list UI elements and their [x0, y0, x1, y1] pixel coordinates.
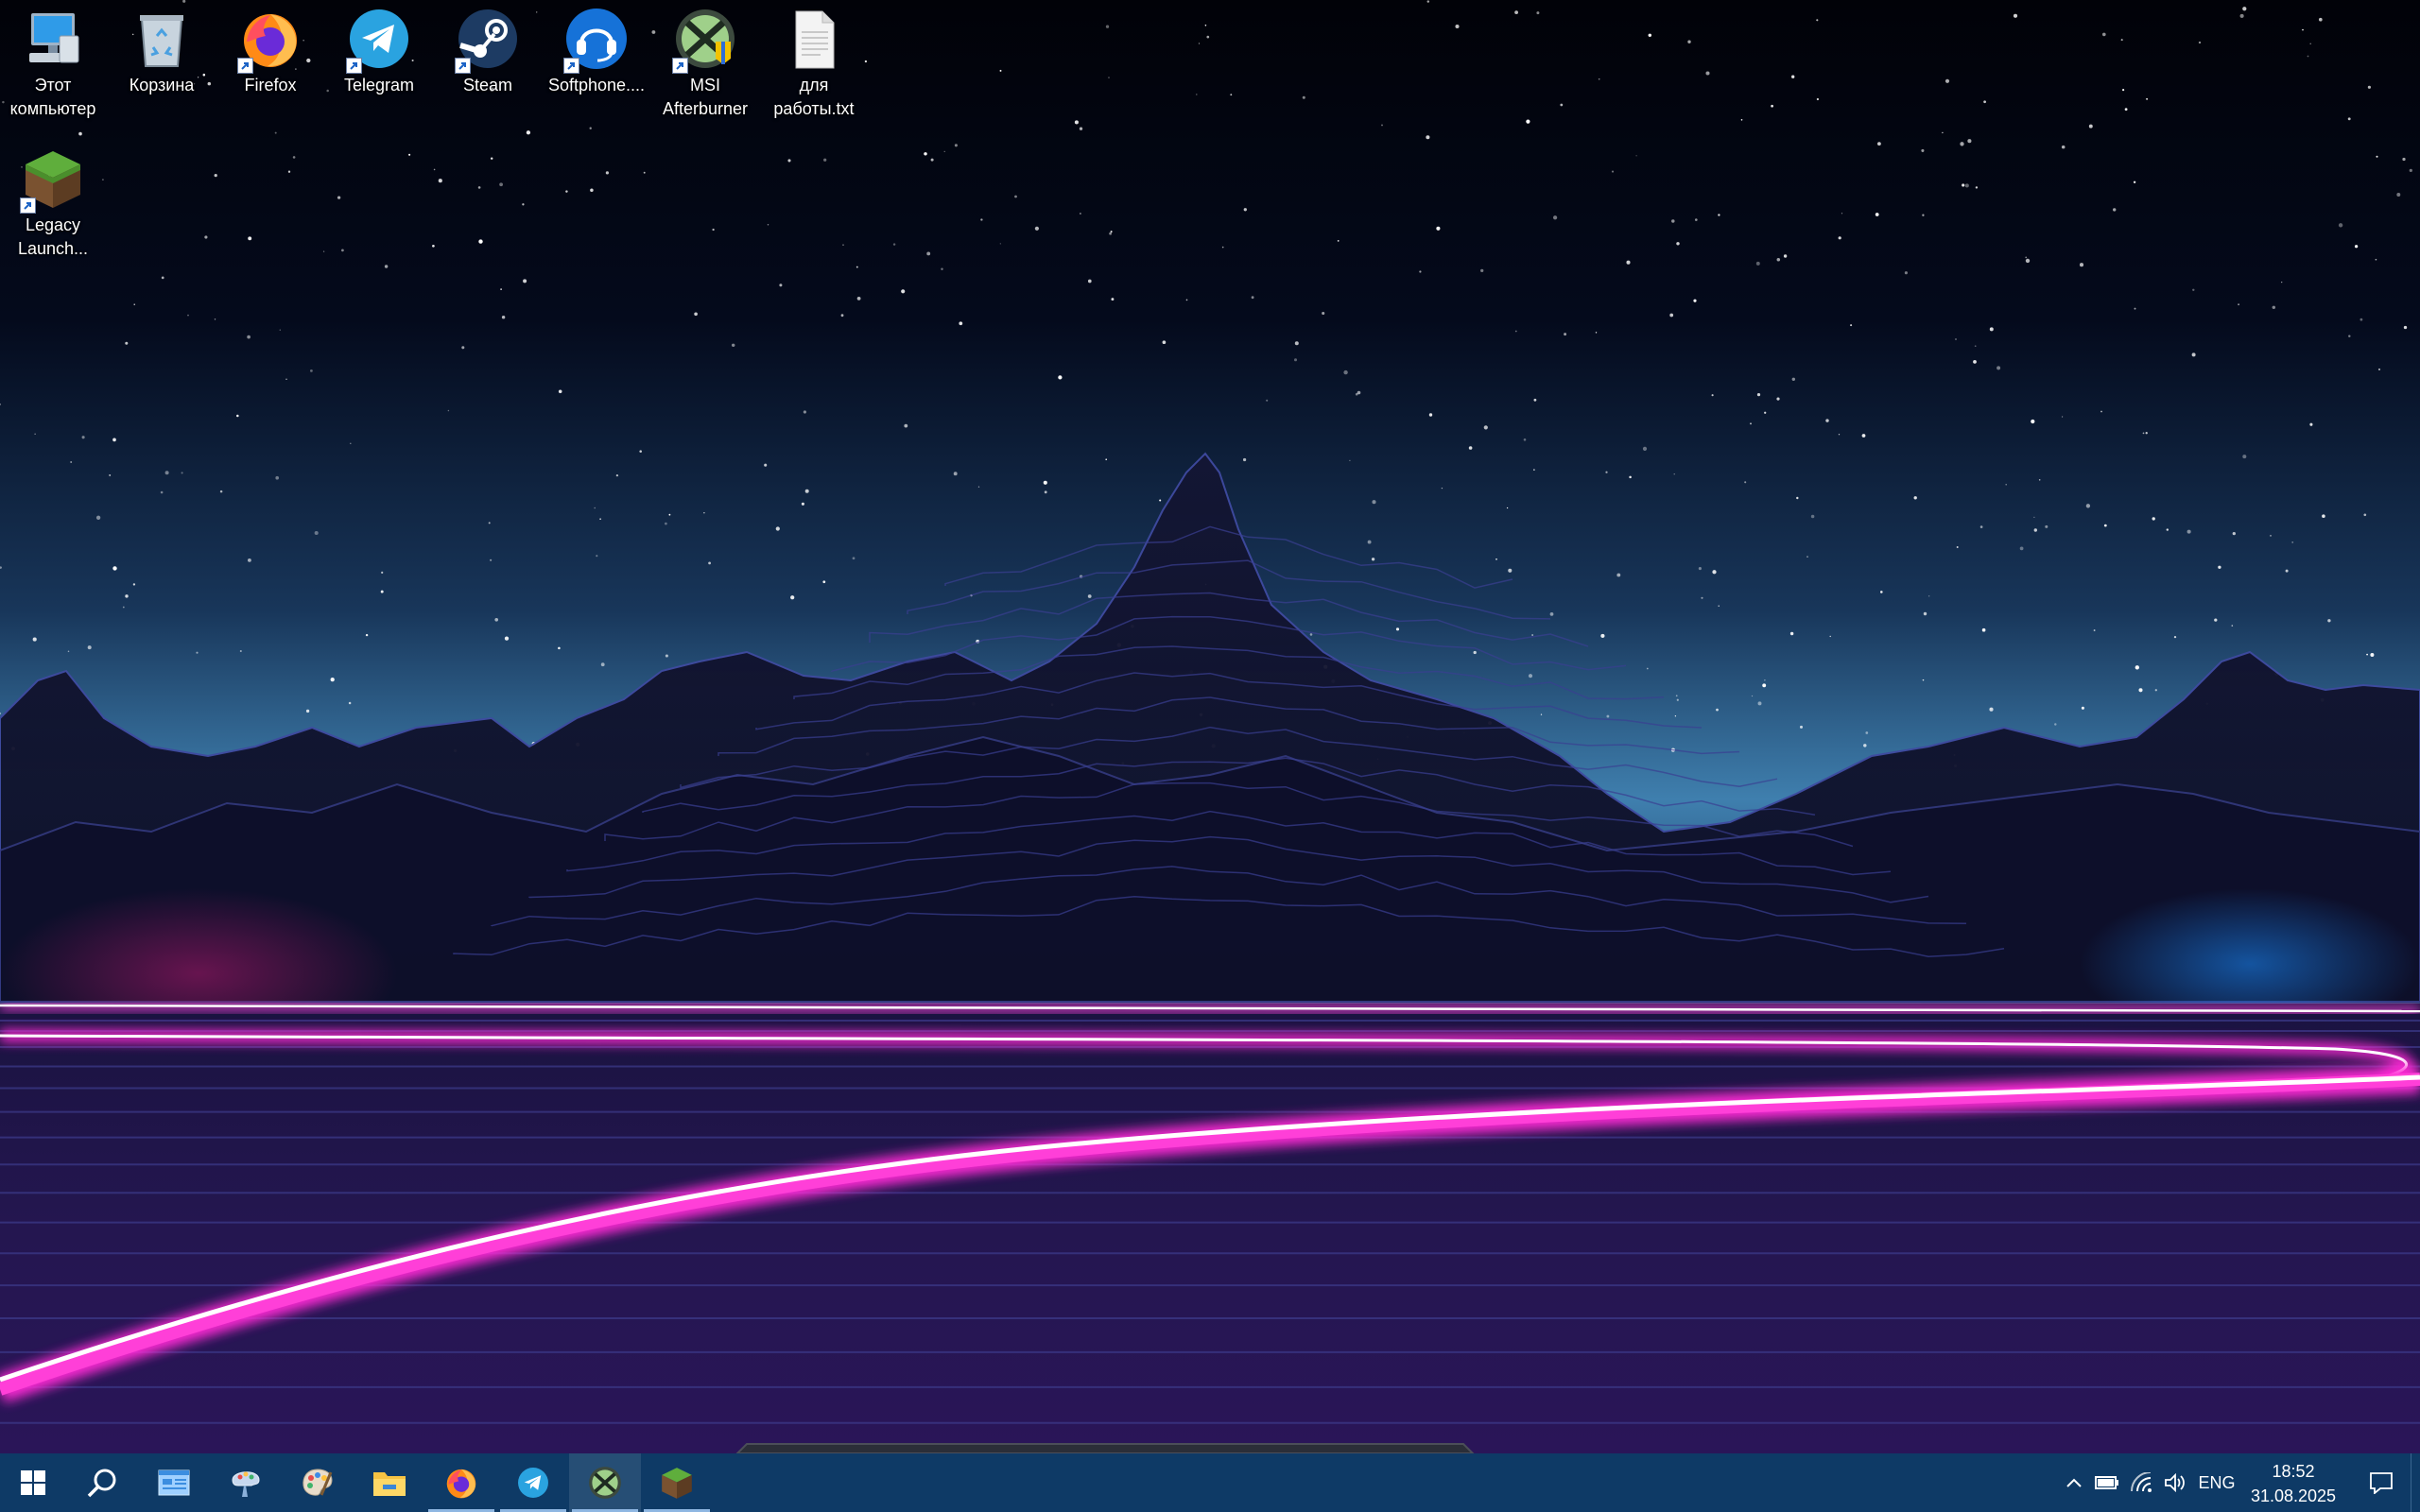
desktop-icon-firefox[interactable]: Firefox: [217, 0, 323, 97]
palette-icon: [302, 1469, 333, 1496]
desktop-icon-legacy-launcher[interactable]: Legacy Launch...: [0, 140, 106, 261]
firefox-icon: [446, 1469, 476, 1499]
taskbar-telegram[interactable]: [497, 1453, 569, 1512]
desktop-icon-recycle-bin[interactable]: Корзина: [109, 0, 215, 97]
app-window-icon: [158, 1469, 190, 1496]
recycle-bin-icon: [130, 8, 193, 70]
paint-3d-icon: [232, 1471, 260, 1497]
this-pc-icon: [22, 8, 84, 70]
taskbar-paint[interactable]: [282, 1453, 354, 1512]
show-desktop-button[interactable]: [2411, 1453, 2420, 1512]
desktop-icon-label: Softphone....: [547, 76, 646, 94]
shortcut-arrow-icon: [237, 58, 253, 74]
taskbar-legacy-launcher[interactable]: [641, 1453, 713, 1512]
firefox-icon: [237, 8, 302, 74]
battery-icon: [2095, 1476, 2118, 1489]
desktop-icon-label: Firefox: [244, 76, 297, 94]
msi-afterburner-icon: [672, 8, 736, 74]
clock-time: 18:52: [2272, 1462, 2315, 1481]
tray-network[interactable]: [2125, 1453, 2157, 1512]
minecraft-launcher-icon: [20, 147, 84, 214]
softphone-icon: [563, 8, 628, 74]
desktop-icon-softphone[interactable]: Softphone....: [544, 0, 649, 97]
notifications-icon: [2370, 1472, 2393, 1494]
desktop-icon-label: Этот компьютер: [9, 76, 96, 118]
steam-icon: [455, 8, 519, 74]
wifi-icon: [2131, 1472, 2152, 1492]
desktop-icon-label: Steam: [462, 76, 513, 94]
text-file-icon: [783, 8, 845, 70]
shortcut-arrow-icon: [346, 58, 362, 74]
minecraft-launcher-icon: [662, 1468, 692, 1499]
taskbar-app-window[interactable]: [138, 1453, 210, 1512]
file-explorer-icon: [373, 1472, 406, 1496]
search-icon: [87, 1469, 116, 1498]
start-button[interactable]: [0, 1453, 66, 1512]
shortcut-arrow-icon: [455, 58, 471, 74]
taskbar-file-explorer[interactable]: [354, 1453, 425, 1512]
chevron-up-icon: [2066, 1478, 2082, 1487]
start-windows-icon: [21, 1470, 45, 1495]
show-hidden-icons-button[interactable]: [2059, 1453, 2089, 1512]
action-center-button[interactable]: [2358, 1453, 2405, 1512]
shortcut-arrow-icon: [672, 58, 688, 74]
desktop-icon-label: Telegram: [343, 76, 415, 94]
language-indicator[interactable]: ENG: [2195, 1453, 2238, 1512]
tray-battery[interactable]: [2091, 1453, 2123, 1512]
search-button[interactable]: [66, 1453, 138, 1512]
desktop-icon-text-file[interactable]: для работы.txt: [761, 0, 867, 121]
desktop-icon-this-pc[interactable]: Этот компьютер: [0, 0, 106, 121]
shortcut-arrow-icon: [563, 58, 579, 74]
desktop-icon-telegram[interactable]: Telegram: [326, 0, 432, 97]
telegram-icon: [518, 1468, 548, 1498]
desktop-icon-label: MSI Afterburner: [662, 76, 749, 118]
desktop-wallpaper: [0, 0, 2420, 1453]
desktop-icon-steam[interactable]: Steam: [435, 0, 541, 97]
taskbar-msi-afterburner[interactable]: [569, 1453, 641, 1512]
telegram-icon: [346, 8, 410, 74]
taskbar: ENG 18:52 31.08.2025: [0, 1453, 2420, 1512]
desktop-icon-label: Legacy Launch...: [17, 215, 89, 258]
msi-afterburner-icon: [589, 1467, 621, 1499]
taskbar-paint-3d[interactable]: [210, 1453, 282, 1512]
desktop-icon-msi-afterburner[interactable]: MSI Afterburner: [652, 0, 758, 121]
clock-date: 31.08.2025: [2250, 1486, 2337, 1505]
desktop-icon-label: для работы.txt: [773, 76, 855, 118]
tray-volume[interactable]: [2159, 1453, 2191, 1512]
volume-icon: [2165, 1473, 2185, 1492]
clock[interactable]: 18:52 31.08.2025: [2238, 1459, 2348, 1508]
shortcut-arrow-icon: [20, 198, 36, 214]
desktop-icon-label: Корзина: [129, 76, 195, 94]
taskbar-firefox[interactable]: [425, 1453, 497, 1512]
